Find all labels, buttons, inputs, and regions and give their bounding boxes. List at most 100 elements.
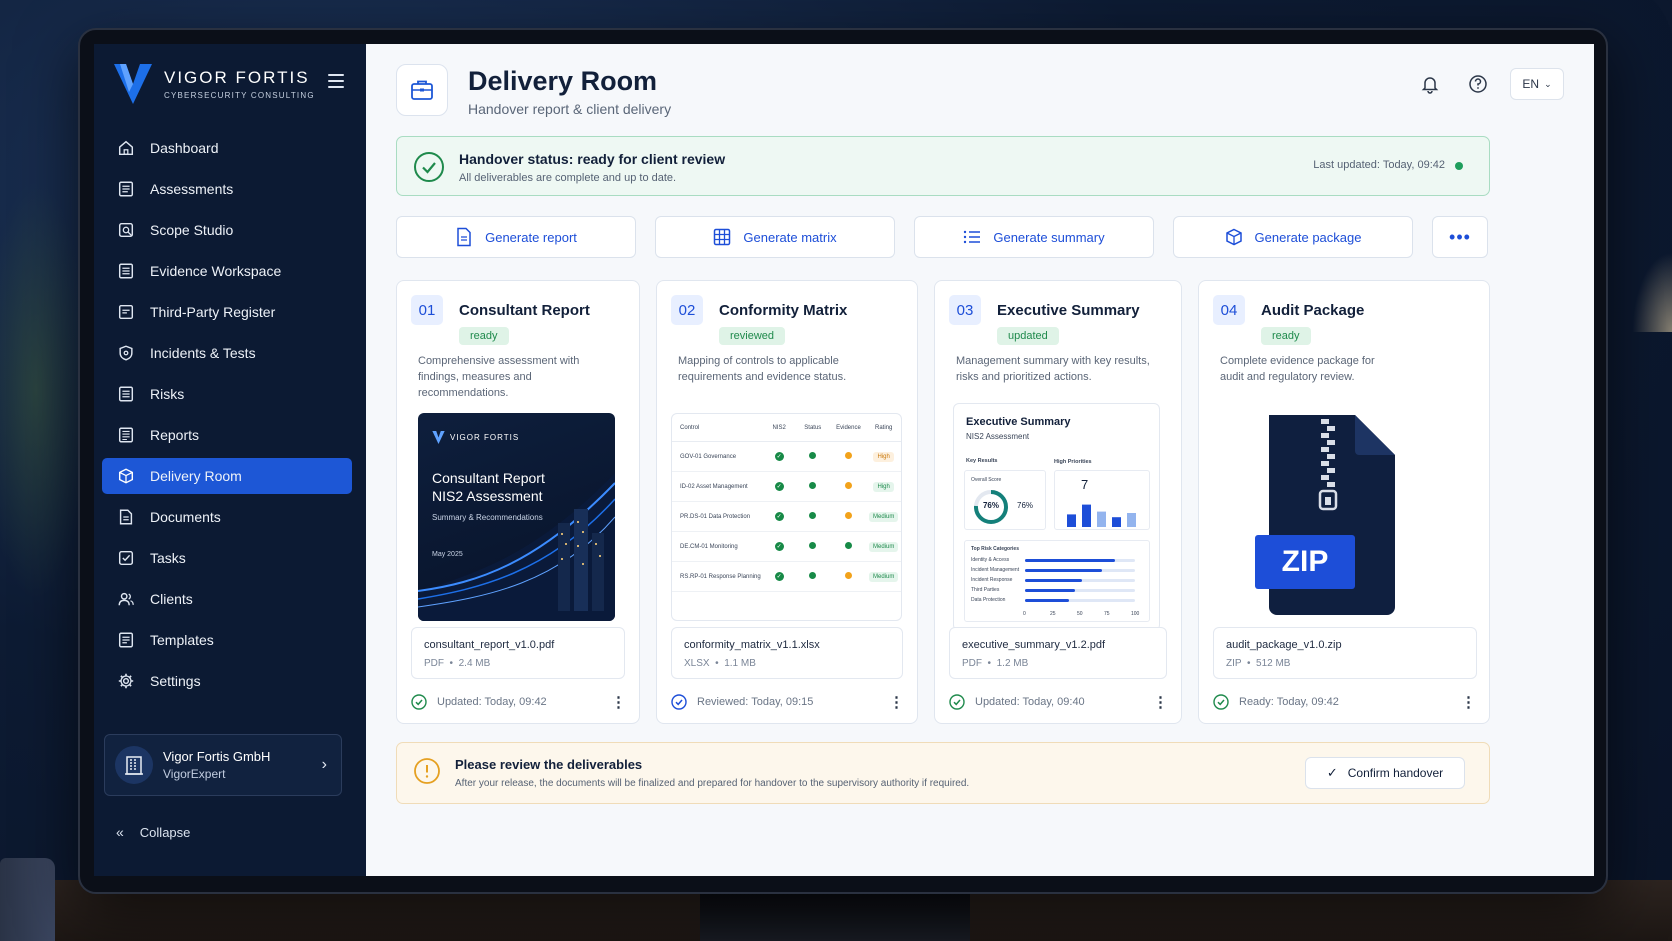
sidebar-item-reports[interactable]: Reports	[102, 417, 352, 453]
check-icon: ✓	[1326, 765, 1338, 780]
zip-archive-icon[interactable]: ZIP	[1255, 411, 1405, 617]
brand-tagline: CYBERSECURITY CONSULTING	[164, 91, 315, 100]
kebab-menu-icon[interactable]: ⋮	[1461, 693, 1476, 711]
check-circle-icon	[1213, 694, 1229, 710]
generate-package-label: Generate package	[1254, 229, 1362, 245]
status-dot	[809, 572, 817, 579]
deliverable-card-executive-summary[interactable]: 03 Executive Summary updated Management …	[934, 280, 1182, 724]
app-screen: VIGOR FORTIS CYBERSECURITY CONSULTING Da…	[94, 44, 1594, 876]
evidence-dot	[844, 452, 852, 459]
generate-report-button[interactable]: Generate report	[396, 216, 636, 258]
sidebar-item-documents[interactable]: Documents	[102, 499, 352, 535]
overall-score-widget: Overall Score 76% 76%	[964, 470, 1046, 530]
generate-summary-button[interactable]: Generate summary	[914, 216, 1154, 258]
matrix-row: PR.DS-01 Data Protection ✓ Medium	[672, 502, 901, 532]
sidebar-item-tasks[interactable]: Tasks	[102, 540, 352, 576]
file-info[interactable]: audit_package_v1.0.zip ZIP • 512 MB	[1213, 627, 1477, 679]
chevron-right-icon: ›	[321, 756, 327, 773]
card-title: Audit Package	[1261, 302, 1365, 319]
exec-title: Executive Summary	[966, 416, 1071, 428]
matrix-header: Control NIS2 Status Evidence Rating	[672, 414, 901, 442]
file-info[interactable]: consultant_report_v1.0.pdf PDF • 2.4 MB	[411, 627, 625, 679]
register-icon	[116, 302, 136, 322]
sidebar-item-label: Risks	[150, 386, 185, 402]
priority-bar	[1097, 511, 1106, 527]
sidebar-item-label: Dashboard	[150, 140, 219, 156]
language-select[interactable]: EN ⌄	[1510, 68, 1564, 100]
kebab-menu-icon[interactable]: ⋮	[1153, 693, 1168, 711]
scope-icon	[116, 220, 136, 240]
risk-axis-tick: 100	[1131, 611, 1140, 617]
bell-icon[interactable]	[1414, 68, 1446, 100]
matrix-row: RS.RP-01 Response Planning ✓ Medium	[672, 562, 901, 592]
sidebar-item-settings[interactable]: Settings	[102, 663, 352, 699]
sidebar-item-dashboard[interactable]: Dashboard	[102, 130, 352, 166]
card-number: 02	[671, 295, 703, 325]
cube-icon	[116, 466, 136, 486]
status-dot	[809, 542, 817, 549]
file-meta: PDF • 2.4 MB	[424, 658, 491, 669]
card-footer: Updated: Today, 09:42 ⋮	[411, 691, 626, 713]
background-lamp	[1632, 252, 1672, 332]
generate-matrix-button[interactable]: Generate matrix	[655, 216, 895, 258]
risk-category-label: Data Protection	[971, 597, 1006, 603]
sidebar-item-label: Settings	[150, 673, 201, 689]
sidebar-item-assessments[interactable]: Assessments	[102, 171, 352, 207]
file-info[interactable]: conformity_matrix_v1.1.xlsx XLSX • 1.1 M…	[671, 627, 903, 679]
deliverable-card-consultant-report[interactable]: 01 Consultant Report ready Comprehensive…	[396, 280, 640, 724]
menu-toggle-icon[interactable]	[328, 74, 344, 88]
matrix-preview[interactable]: Control NIS2 Status Evidence Rating GOV-…	[671, 413, 902, 621]
confirm-handover-button[interactable]: ✓ Confirm handover	[1305, 757, 1465, 789]
collapse-sidebar-button[interactable]: « Collapse	[116, 824, 190, 840]
risk-category-label: Incident Management	[971, 567, 1020, 573]
organization-name: Vigor Fortis GmbH	[163, 749, 271, 764]
status-badge: ready	[1261, 327, 1311, 345]
high-priorities-widget: 7	[1054, 470, 1150, 530]
kebab-menu-icon[interactable]: ⋮	[889, 693, 904, 711]
evidence-dot	[844, 572, 852, 579]
risk-bar	[1025, 599, 1069, 602]
help-icon[interactable]	[1462, 68, 1494, 100]
organization-switcher[interactable]: Vigor Fortis GmbH VigorExpert ›	[104, 734, 342, 796]
matrix-col-evidence: Evidence	[836, 424, 861, 431]
sidebar-item-scope-studio[interactable]: Scope Studio	[102, 212, 352, 248]
card-footer: Updated: Today, 09:40 ⋮	[949, 691, 1168, 713]
more-actions-icon[interactable]: •••	[1432, 216, 1488, 258]
sidebar-nav: Dashboard Assessments Scope Studio Evide…	[102, 130, 352, 704]
risk-axis-tick: 25	[1050, 611, 1056, 617]
sidebar-item-templates[interactable]: Templates	[102, 622, 352, 658]
deliverable-card-audit-package[interactable]: 04 Audit Package ready Complete evidence…	[1198, 280, 1490, 724]
list-bullets-icon	[964, 230, 981, 244]
generate-summary-label: Generate summary	[993, 229, 1105, 245]
file-info[interactable]: executive_summary_v1.2.pdf PDF • 1.2 MB	[949, 627, 1167, 679]
generate-package-button[interactable]: Generate package	[1173, 216, 1413, 258]
gear-icon	[116, 671, 136, 691]
sidebar-item-clients[interactable]: Clients	[102, 581, 352, 617]
report-cover-preview[interactable]: VIGOR FORTIS Consultant Report NIS2 Asse…	[418, 413, 615, 621]
sidebar: VIGOR FORTIS CYBERSECURITY CONSULTING Da…	[94, 44, 366, 876]
risk-title: Top Risk Categories	[971, 546, 1019, 552]
card-footer-status: Reviewed: Today, 09:15	[697, 696, 814, 708]
card-footer: Reviewed: Today, 09:15 ⋮	[671, 691, 904, 713]
status-description: All deliverables are complete and up to …	[459, 172, 677, 184]
brand-name: VIGOR FORTIS	[164, 68, 310, 87]
sidebar-item-evidence-workspace[interactable]: Evidence Workspace	[102, 253, 352, 289]
sidebar-item-incidents-tests[interactable]: Incidents & Tests	[102, 335, 352, 371]
sidebar-item-risks[interactable]: Risks	[102, 376, 352, 412]
briefcase-icon	[396, 64, 448, 116]
file-type: XLSX	[684, 658, 710, 669]
deliverable-card-conformity-matrix[interactable]: 02 Conformity Matrix reviewed Mapping of…	[656, 280, 918, 724]
evidence-dot	[844, 542, 852, 549]
page-subtitle: Handover report & client delivery	[468, 101, 672, 117]
home-icon	[116, 138, 136, 158]
status-dot	[809, 452, 817, 459]
sidebar-item-third-party-register[interactable]: Third-Party Register	[102, 294, 352, 330]
executive-summary-preview[interactable]: Executive Summary NIS2 Assessment Key Re…	[953, 403, 1160, 631]
risk-axis-tick: 0	[1023, 611, 1026, 617]
sidebar-item-label: Templates	[150, 632, 214, 648]
card-footer: Ready: Today, 09:42 ⋮	[1213, 691, 1476, 713]
risk-bar	[1025, 569, 1102, 572]
kebab-menu-icon[interactable]: ⋮	[611, 693, 626, 711]
document-icon	[116, 261, 136, 281]
sidebar-item-delivery-room[interactable]: Delivery Room	[102, 458, 352, 494]
